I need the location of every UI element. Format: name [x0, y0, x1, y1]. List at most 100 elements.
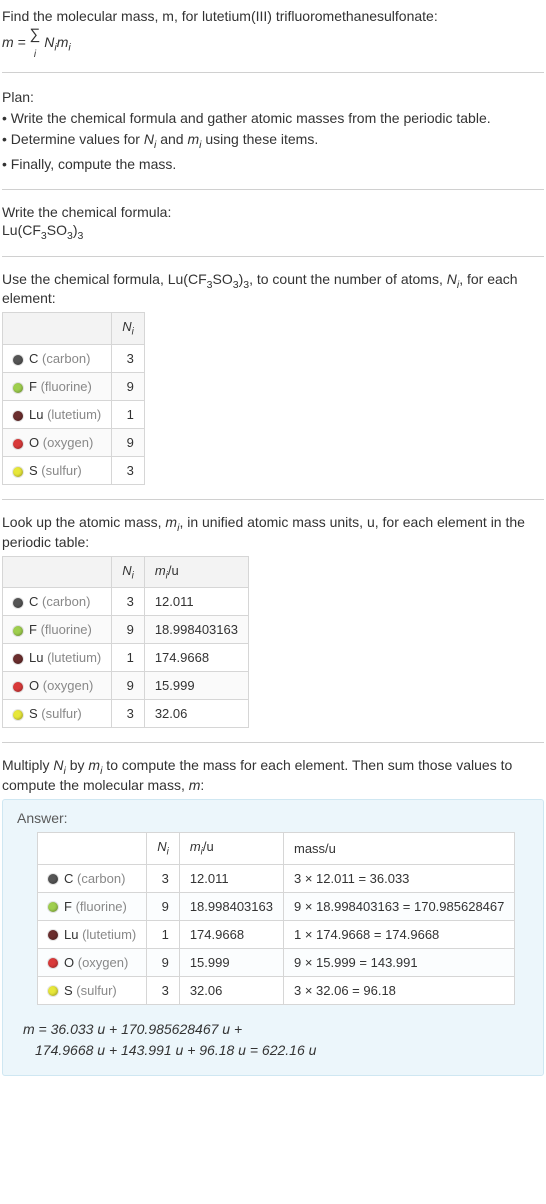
intro-text: Find the molecular mass, m, for lutetium… [2, 8, 438, 24]
plan-bullet-3: • Finally, compute the mass. [2, 154, 544, 175]
s4-mi-m: m [88, 757, 100, 773]
el-name: (sulfur) [38, 706, 82, 721]
s2d: , to count the number of atoms, [249, 271, 447, 287]
element-cell: O (oxygen) [3, 672, 112, 700]
s3-mi-m: m [165, 514, 177, 530]
el-name: (oxygen) [39, 435, 93, 450]
el-name: (oxygen) [39, 678, 93, 693]
table-row: S (sulfur) 3 32.06 [3, 700, 249, 728]
col-element [38, 833, 147, 865]
element-dot-icon [13, 383, 23, 393]
s4b: by [66, 757, 89, 773]
element-dot-icon [13, 682, 23, 692]
s4-m: m [189, 777, 201, 793]
el-N: 9 [112, 373, 145, 401]
el-name: (fluorine) [37, 379, 92, 394]
el-name: (carbon) [38, 351, 90, 366]
el-sym: S [64, 983, 73, 998]
element-dot-icon [48, 902, 58, 912]
el-m: 18.998403163 [144, 616, 248, 644]
element-dot-icon [13, 439, 23, 449]
s4a: Multiply [2, 757, 53, 773]
sigma: ∑ [30, 26, 41, 43]
eq-m-sub: i [68, 42, 70, 54]
chemical-formula: Lu(CF3SO3)3 [2, 222, 544, 242]
col-mi: mi/u [179, 833, 283, 865]
element-dot-icon [48, 930, 58, 940]
element-cell: O (oxygen) [3, 429, 112, 457]
col-Ni: Ni [147, 833, 180, 865]
col-element [3, 556, 112, 588]
el-N: 3 [112, 345, 145, 373]
element-cell: S (sulfur) [3, 700, 112, 728]
el-sym: S [29, 463, 38, 478]
element-cell: C (carbon) [3, 345, 112, 373]
plan-b2-b: and [156, 131, 187, 147]
hdr-i: i [132, 570, 134, 581]
el-name: (sulfur) [38, 463, 82, 478]
hdr-u: /u [203, 839, 214, 854]
table-row: Lu (lutetium) 1 [3, 401, 145, 429]
el-N: 9 [147, 948, 180, 976]
el-N: 9 [147, 892, 180, 920]
table-row: F (fluorine) 9 18.998403163 9 × 18.99840… [38, 892, 515, 920]
el-sym: O [29, 435, 39, 450]
el-name: (carbon) [38, 594, 90, 609]
table-row: Lu (lutetium) 1 174.9668 1 × 174.9668 = … [38, 920, 515, 948]
plan-Ni-N: N [144, 131, 154, 147]
divider [2, 189, 544, 190]
el-name: (carbon) [73, 871, 125, 886]
divider [2, 72, 544, 73]
el-N: 1 [147, 920, 180, 948]
s2a: Use the chemical formula, Lu(CF [2, 271, 207, 287]
el-name: (sulfur) [73, 983, 117, 998]
table-row: S (sulfur) 3 [3, 457, 145, 485]
step3-text: Look up the atomic mass, mi, in unified … [2, 514, 544, 550]
table-row: O (oxygen) 9 15.999 9 × 15.999 = 143.991 [38, 948, 515, 976]
el-mass: 3 × 32.06 = 96.18 [283, 976, 514, 1004]
step4-text: Multiply Ni by mi to compute the mass fo… [2, 757, 544, 793]
element-cell: F (fluorine) [3, 616, 112, 644]
table-row: O (oxygen) 9 15.999 [3, 672, 249, 700]
el-m: 12.011 [179, 864, 283, 892]
s4-Ni-N: N [53, 757, 63, 773]
hdr-u: /u [168, 563, 179, 578]
el-name: (fluorine) [37, 622, 92, 637]
table-row: C (carbon) 3 [3, 345, 145, 373]
cf-b: SO [47, 222, 67, 238]
s3a: Look up the atomic mass, [2, 514, 165, 530]
divider [2, 742, 544, 743]
element-dot-icon [13, 598, 23, 608]
el-name: (lutetium) [78, 927, 136, 942]
el-sym: Lu [64, 927, 78, 942]
answer-box: Answer: Ni mi/u mass/u C (carbon) 3 12.0… [2, 799, 544, 1076]
table-row: O (oxygen) 9 [3, 429, 145, 457]
final-line2: 174.9668 u + 143.991 u + 96.18 u = 622.1… [35, 1040, 529, 1061]
el-N: 1 [112, 401, 145, 429]
plan-title: Plan: [2, 87, 544, 108]
el-mass: 3 × 12.011 = 36.033 [283, 864, 514, 892]
element-cell: C (carbon) [38, 864, 147, 892]
hdr-N: N [157, 839, 166, 854]
element-dot-icon [13, 654, 23, 664]
divider [2, 499, 544, 500]
hdr-i: i [132, 327, 134, 338]
element-dot-icon [13, 355, 23, 365]
eq-m: m [57, 34, 69, 50]
el-sym: F [29, 379, 37, 394]
hdr-m: m [190, 839, 201, 854]
el-m: 15.999 [179, 948, 283, 976]
final-line1: m = 36.033 u + 170.985628467 u + [35, 1019, 529, 1040]
el-N: 3 [112, 457, 145, 485]
el-mass: 9 × 18.998403163 = 170.985628467 [283, 892, 514, 920]
element-cell: O (oxygen) [38, 948, 147, 976]
el-m: 174.9668 [179, 920, 283, 948]
element-dot-icon [13, 626, 23, 636]
el-N: 3 [147, 976, 180, 1004]
element-dot-icon [48, 986, 58, 996]
el-sym: O [64, 955, 74, 970]
el-name: (lutetium) [43, 407, 101, 422]
table-row: C (carbon) 3 12.011 3 × 12.011 = 36.033 [38, 864, 515, 892]
s2-Ni-N: N [447, 271, 457, 287]
hdr-N: N [122, 563, 131, 578]
